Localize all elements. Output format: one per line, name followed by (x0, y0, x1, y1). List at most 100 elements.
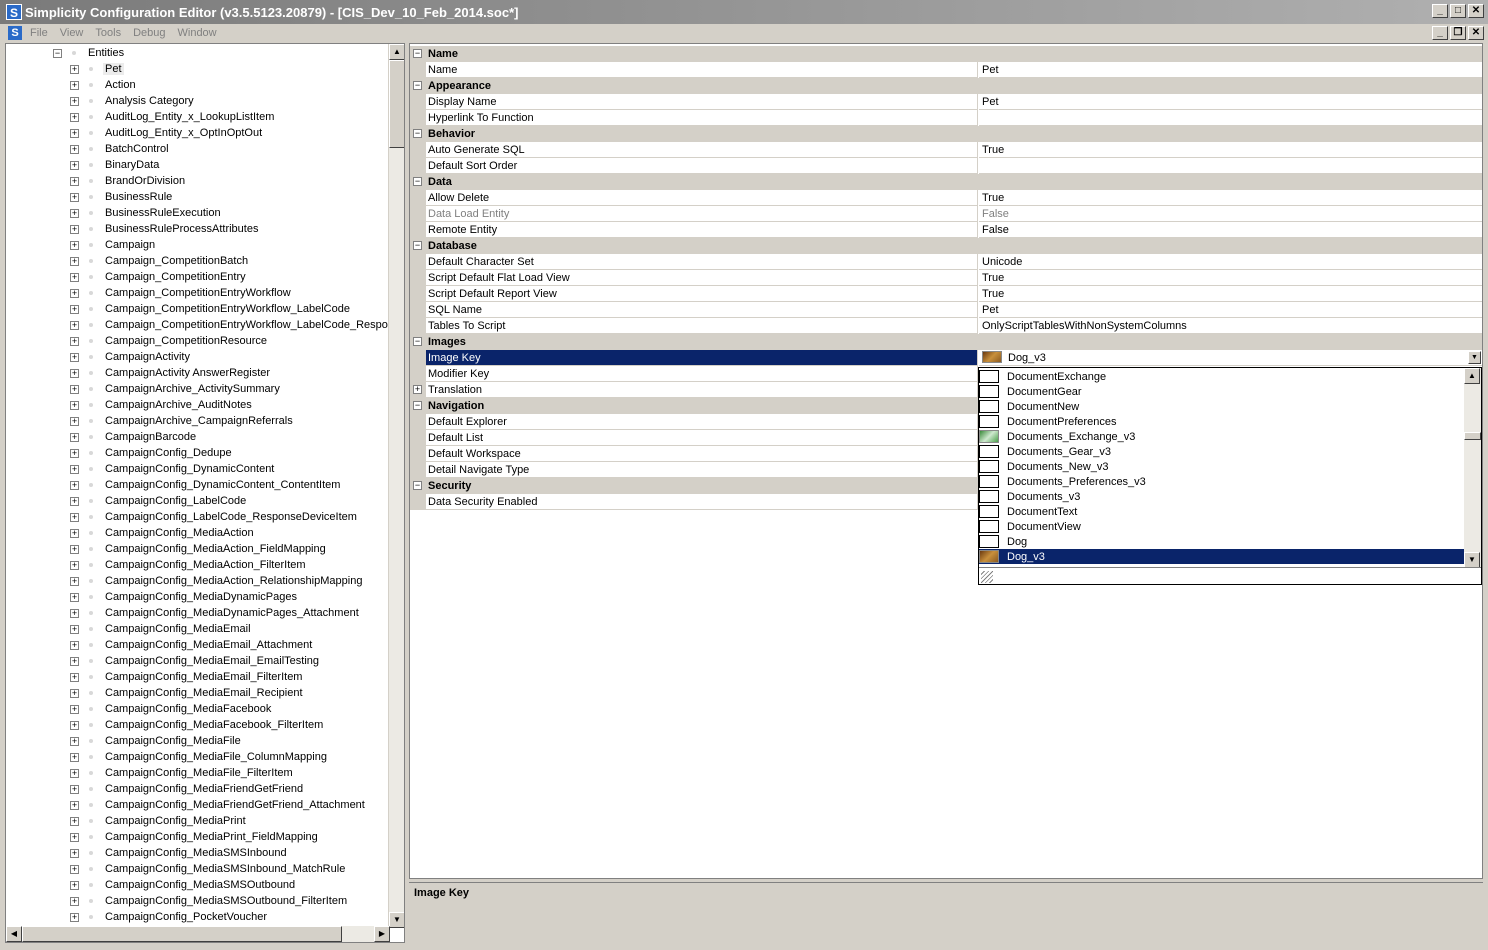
tree-node[interactable]: + CampaignConfig_MediaEmail (70, 621, 253, 637)
tree-node[interactable]: + Campaign_CompetitionBatch (70, 253, 250, 269)
dropdown-item[interactable]: Documents_New_v3 (979, 459, 1465, 474)
scroll-thumb[interactable] (389, 60, 404, 148)
tree-node[interactable]: + CampaignConfig_MediaSMSInbound_MatchRul… (70, 861, 347, 877)
expand-icon[interactable]: + (70, 800, 79, 810)
tree-node[interactable]: + CampaignConfig_MediaSMSOutbound (70, 877, 297, 893)
expand-icon[interactable]: + (70, 80, 79, 90)
property-row[interactable]: Tables To Script OnlyScriptTablesWithNonS… (410, 318, 1482, 334)
collapse-icon[interactable]: − (413, 337, 422, 346)
tree-node[interactable]: + Campaign_CompetitionEntryWorkflow (70, 285, 293, 301)
property-category[interactable]: − Images (410, 334, 1482, 350)
property-value[interactable]: True (979, 142, 1482, 158)
expand-icon[interactable]: + (70, 320, 79, 330)
expand-icon[interactable]: + (70, 288, 79, 298)
tree-node[interactable]: + CampaignConfig_MediaDynamicPages (70, 589, 299, 605)
dropdown-item[interactable]: DocumentText (979, 504, 1465, 519)
menu-tools[interactable]: Tools (95, 27, 121, 39)
expand-icon[interactable]: + (70, 416, 79, 426)
expand-icon[interactable]: + (70, 608, 79, 618)
dropdown-item[interactable]: Dog_v3 (979, 549, 1465, 564)
expand-icon[interactable]: + (70, 784, 79, 794)
scroll-left-arrow-icon[interactable]: ◀ (6, 926, 22, 942)
expand-icon[interactable]: + (70, 544, 79, 554)
tree-node[interactable]: + CampaignActivity (70, 349, 192, 365)
expand-icon[interactable]: + (70, 768, 79, 778)
dropdown-item[interactable]: DocumentPreferences (979, 414, 1465, 429)
property-value[interactable]: False (979, 222, 1482, 238)
expand-icon[interactable]: + (70, 368, 79, 378)
tree-node[interactable]: + CampaignConfig_MediaFriendGetFriend_Att… (70, 797, 367, 813)
tree-node[interactable]: + CampaignArchive_ActivitySummary (70, 381, 282, 397)
resize-grip-icon[interactable] (981, 571, 993, 583)
tree-root[interactable]: − Entities (53, 45, 126, 61)
expand-icon[interactable]: + (70, 640, 79, 650)
dropdown-item[interactable]: Documents_Exchange_v3 (979, 429, 1465, 444)
dropdown-scrollbar[interactable]: ▲ ▼ (1464, 368, 1481, 568)
tree-node[interactable]: + CampaignConfig_MediaFile (70, 733, 243, 749)
property-row[interactable]: Display Name Pet (410, 94, 1482, 110)
tree-node[interactable]: + Campaign (70, 237, 157, 253)
close-button[interactable]: ✕ (1468, 4, 1484, 18)
property-value[interactable]: False (979, 206, 1482, 222)
property-category[interactable]: − Appearance (410, 78, 1482, 94)
property-value[interactable]: Pet (979, 94, 1482, 110)
dropdown-item[interactable]: Documents_Gear_v3 (979, 444, 1465, 459)
tree-node[interactable]: + Campaign_CompetitionEntryWorkflow_Label… (70, 301, 352, 317)
tree-horizontal-scrollbar[interactable]: ◀ ▶ (6, 926, 390, 942)
expand-icon[interactable]: + (70, 752, 79, 762)
tree-node[interactable]: + CampaignConfig_MediaDynamicPages_Attach… (70, 605, 361, 621)
expand-icon[interactable]: + (70, 864, 79, 874)
dropdown-item[interactable]: DocumentGear (979, 384, 1465, 399)
expand-icon[interactable]: + (70, 624, 79, 634)
property-row[interactable]: Script Default Flat Load View True (410, 270, 1482, 286)
expand-icon[interactable]: + (70, 464, 79, 474)
property-value[interactable]: Pet (979, 62, 1482, 78)
horizontal-scroll-thumb[interactable] (22, 926, 342, 942)
expand-icon[interactable]: + (70, 848, 79, 858)
property-category[interactable]: − Behavior (410, 126, 1482, 142)
tree-node[interactable]: + CampaignConfig_MediaFile_FilterItem (70, 765, 295, 781)
expand-icon[interactable]: + (70, 528, 79, 538)
tree-node[interactable]: + CampaignConfig_MediaAction (70, 525, 256, 541)
tree-node[interactable]: + BusinessRule (70, 189, 174, 205)
expand-icon[interactable]: + (70, 512, 79, 522)
mdi-close-button[interactable]: ✕ (1468, 26, 1484, 40)
mdi-restore-button[interactable]: ❐ (1450, 26, 1466, 40)
tree-node[interactable]: + CampaignConfig_MediaFacebook_FilterItem (70, 717, 325, 733)
tree-node[interactable]: + CampaignConfig_MediaPrint (70, 813, 248, 829)
tree-node[interactable]: + Campaign_CompetitionEntryWorkflow_Label… (70, 317, 390, 333)
tree-node[interactable]: + CampaignConfig_MediaFriendGetFriend (70, 781, 305, 797)
tree-node[interactable]: + CampaignConfig_MediaEmail_Attachment (70, 637, 314, 653)
tree-node[interactable]: + CampaignConfig_MediaPrint_FieldMapping (70, 829, 320, 845)
document-icon[interactable]: S (8, 26, 22, 40)
tree-node[interactable]: + CampaignConfig_MediaSMSInbound (70, 845, 289, 861)
expand-icon[interactable]: + (70, 384, 79, 394)
expand-icon[interactable]: + (70, 592, 79, 602)
dropdown-item[interactable]: DocumentNew (979, 399, 1465, 414)
collapse-icon[interactable]: − (413, 129, 422, 138)
expand-icon[interactable]: + (70, 736, 79, 746)
tree-node[interactable]: + Campaign_CompetitionResource (70, 333, 269, 349)
dropdown-item[interactable]: Documents_v3 (979, 489, 1465, 504)
scroll-up-arrow-icon[interactable]: ▲ (1464, 368, 1480, 384)
resize-grip[interactable] (979, 567, 1481, 584)
property-row[interactable]: Default Character Set Unicode (410, 254, 1482, 270)
expand-icon[interactable]: + (70, 272, 79, 282)
property-value[interactable] (979, 158, 1482, 174)
scroll-thumb[interactable] (1464, 432, 1481, 440)
tree-node[interactable]: + CampaignConfig_DynamicContent_ContentIt… (70, 477, 342, 493)
tree-node[interactable]: + CampaignConfig_DynamicContent (70, 461, 276, 477)
expand-icon[interactable]: + (70, 400, 79, 410)
image-key-dropdown[interactable]: DocumentExchange DocumentGear DocumentNew D… (978, 367, 1482, 585)
tree-node[interactable]: + CampaignConfig_MediaEmail_FilterItem (70, 669, 304, 685)
tree-node[interactable]: + Campaign_CompetitionEntry (70, 269, 248, 285)
tree-node[interactable]: + Action (70, 77, 138, 93)
expand-icon[interactable]: + (70, 128, 79, 138)
collapse-icon[interactable]: − (413, 401, 422, 410)
property-value[interactable]: True (979, 190, 1482, 206)
tree-node[interactable]: + BatchControl (70, 141, 171, 157)
expand-icon[interactable]: + (70, 496, 79, 506)
dropdown-item[interactable]: Dog (979, 534, 1465, 549)
tree-node[interactable]: + CampaignArchive_AuditNotes (70, 397, 254, 413)
expand-icon[interactable]: + (70, 176, 79, 186)
